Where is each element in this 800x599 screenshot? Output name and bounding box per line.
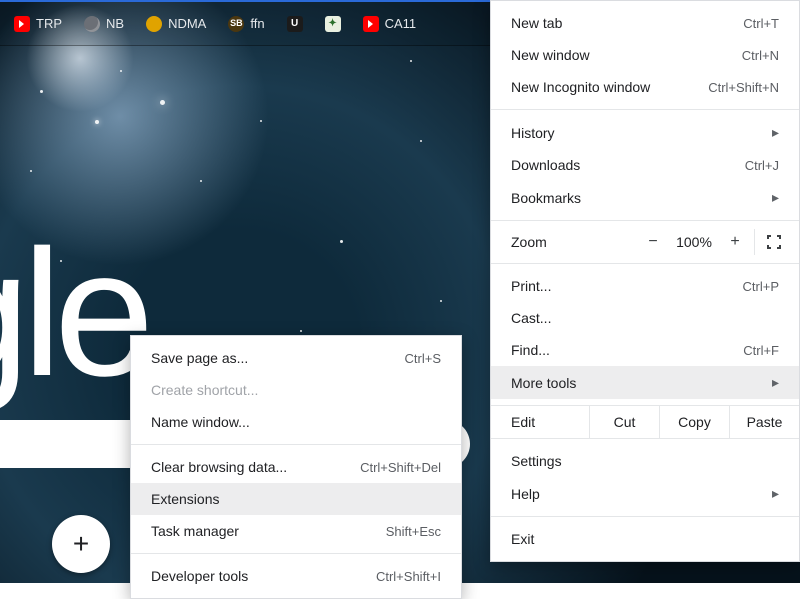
- bookmark-label: NB: [106, 17, 124, 30]
- edit-label: Edit: [491, 406, 589, 438]
- chevron-right-icon: ▸: [769, 485, 779, 502]
- menu-item-shortcut: Ctrl+Shift+I: [376, 569, 441, 584]
- bookmark-label: TRP: [36, 17, 62, 30]
- bookmark-trp[interactable]: TRP: [6, 12, 70, 36]
- menu-item-label: Save page as...: [151, 350, 248, 366]
- menu-item-shortcut: Ctrl+F: [743, 343, 779, 358]
- menu-bookmarks[interactable]: Bookmarks ▸: [491, 181, 799, 214]
- menu-item-label: Task manager: [151, 523, 239, 539]
- menu-item-label: Settings: [511, 453, 562, 469]
- menu-new-tab[interactable]: New tab Ctrl+T: [491, 7, 799, 39]
- zoom-in-button[interactable]: +: [718, 225, 752, 259]
- bookmark-ndma[interactable]: NDMA: [138, 12, 214, 36]
- zoom-value: 100%: [670, 234, 718, 250]
- menu-item-label: Extensions: [151, 491, 219, 507]
- chevron-right-icon: ▸: [769, 374, 779, 391]
- menu-item-label: Developer tools: [151, 568, 248, 584]
- menu-item-label: Print...: [511, 278, 551, 294]
- bookmark-ffn[interactable]: SB ffn: [220, 12, 272, 36]
- divider: [754, 229, 755, 255]
- menu-item-label: New tab: [511, 15, 562, 31]
- chrome-main-menu: New tab Ctrl+T New window Ctrl+N New Incog…: [490, 0, 800, 562]
- bookmark-u[interactable]: U: [279, 12, 311, 36]
- submenu-save-page[interactable]: Save page as... Ctrl+S: [131, 342, 461, 374]
- menu-item-shortcut: Ctrl+Shift+N: [708, 80, 779, 95]
- menu-item-label: New Incognito window: [511, 79, 650, 95]
- submenu-clear-browsing-data[interactable]: Clear browsing data... Ctrl+Shift+Del: [131, 451, 461, 483]
- add-shortcut-button[interactable]: +: [52, 515, 110, 573]
- edit-copy-button[interactable]: Copy: [659, 406, 729, 438]
- bookmark-label: NDMA: [168, 17, 206, 30]
- menu-item-label: Create shortcut...: [151, 382, 258, 398]
- menu-find[interactable]: Find... Ctrl+F: [491, 334, 799, 366]
- menu-item-label: Help: [511, 486, 540, 502]
- menu-new-incognito[interactable]: New Incognito window Ctrl+Shift+N: [491, 71, 799, 103]
- letter-u-icon: U: [287, 16, 303, 32]
- menu-item-shortcut: Shift+Esc: [386, 524, 441, 539]
- submenu-name-window[interactable]: Name window...: [131, 406, 461, 438]
- badge-icon: [146, 16, 162, 32]
- sb-icon: SB: [228, 16, 244, 32]
- menu-new-window[interactable]: New window Ctrl+N: [491, 39, 799, 71]
- chevron-right-icon: ▸: [769, 189, 779, 206]
- menu-item-label: Downloads: [511, 157, 580, 173]
- menu-cast[interactable]: Cast...: [491, 302, 799, 334]
- more-tools-submenu: Save page as... Ctrl+S Create shortcut...…: [130, 335, 462, 599]
- chevron-right-icon: ▸: [769, 124, 779, 141]
- menu-edit-row: Edit Cut Copy Paste: [491, 406, 799, 439]
- edit-cut-button[interactable]: Cut: [589, 406, 659, 438]
- menu-item-shortcut: Ctrl+N: [742, 48, 779, 63]
- menu-item-shortcut: Ctrl+S: [405, 351, 441, 366]
- green-icon: ✦: [325, 16, 341, 32]
- globe-icon: [84, 16, 100, 32]
- menu-item-label: Bookmarks: [511, 190, 581, 206]
- bookmark-label: CA11: [385, 17, 417, 30]
- menu-zoom-row: Zoom − 100% +: [491, 221, 799, 264]
- menu-help[interactable]: Help ▸: [491, 477, 799, 510]
- zoom-out-button[interactable]: −: [636, 225, 670, 259]
- menu-item-label: New window: [511, 47, 590, 63]
- menu-item-shortcut: Ctrl+J: [745, 158, 779, 173]
- menu-more-tools[interactable]: More tools ▸: [491, 366, 799, 399]
- zoom-label: Zoom: [511, 234, 636, 250]
- bookmark-ca11[interactable]: CA11: [355, 12, 425, 36]
- menu-exit[interactable]: Exit: [491, 523, 799, 555]
- menu-print[interactable]: Print... Ctrl+P: [491, 270, 799, 302]
- menu-history[interactable]: History ▸: [491, 116, 799, 149]
- menu-item-label: Name window...: [151, 414, 250, 430]
- menu-item-label: More tools: [511, 375, 576, 391]
- submenu-developer-tools[interactable]: Developer tools Ctrl+Shift+I: [131, 560, 461, 592]
- menu-item-shortcut: Ctrl+P: [743, 279, 779, 294]
- menu-downloads[interactable]: Downloads Ctrl+J: [491, 149, 799, 181]
- submenu-task-manager[interactable]: Task manager Shift+Esc: [131, 515, 461, 547]
- submenu-create-shortcut: Create shortcut...: [131, 374, 461, 406]
- menu-item-shortcut: Ctrl+T: [743, 16, 779, 31]
- menu-item-label: Exit: [511, 531, 534, 547]
- menu-item-label: Find...: [511, 342, 550, 358]
- menu-item-shortcut: Ctrl+Shift+Del: [360, 460, 441, 475]
- bookmark-nb[interactable]: NB: [76, 12, 132, 36]
- bookmark-green[interactable]: ✦: [317, 12, 349, 36]
- bookmark-label: ffn: [250, 17, 264, 30]
- background-logo-fragment: gle: [0, 210, 146, 417]
- fullscreen-icon: [766, 234, 782, 250]
- menu-settings[interactable]: Settings: [491, 445, 799, 477]
- youtube-icon: [14, 16, 30, 32]
- menu-item-label: Clear browsing data...: [151, 459, 287, 475]
- youtube-icon: [363, 16, 379, 32]
- edit-paste-button[interactable]: Paste: [729, 406, 799, 438]
- fullscreen-button[interactable]: [757, 225, 791, 259]
- submenu-extensions[interactable]: Extensions: [131, 483, 461, 515]
- plus-icon: +: [73, 528, 89, 560]
- menu-item-label: History: [511, 125, 555, 141]
- menu-item-label: Cast...: [511, 310, 551, 326]
